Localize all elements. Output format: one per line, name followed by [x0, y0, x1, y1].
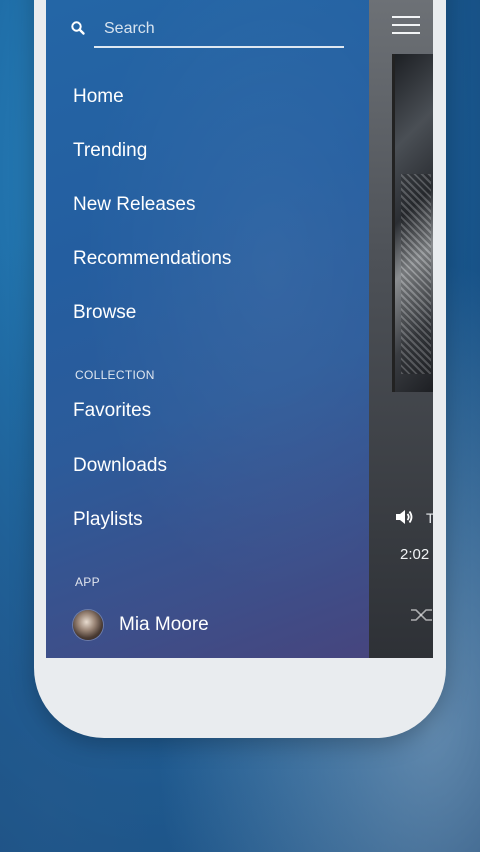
search-icon[interactable]	[70, 20, 86, 36]
nav-item-browse[interactable]: Browse	[73, 302, 136, 324]
nav-item-home[interactable]: Home	[73, 86, 124, 108]
section-label-app: APP	[75, 575, 100, 589]
hamburger-menu-icon[interactable]	[392, 16, 420, 36]
track-title: T	[426, 510, 433, 526]
phone-screen: T 2:02 Home Trending New Releases Recomm…	[46, 0, 433, 658]
navigation-drawer: Home Trending New Releases Recommendatio…	[46, 0, 369, 658]
volume-icon[interactable]	[394, 508, 414, 526]
nav-item-recommendations[interactable]: Recommendations	[73, 248, 231, 270]
playback-time: 2:02	[400, 546, 430, 563]
album-art	[392, 54, 433, 392]
avatar[interactable]	[73, 610, 103, 640]
search-input[interactable]	[94, 12, 344, 48]
nav-item-playlists[interactable]: Playlists	[73, 509, 143, 531]
nav-item-favorites[interactable]: Favorites	[73, 400, 151, 422]
user-name[interactable]: Mia Moore	[119, 614, 209, 636]
section-label-collection: COLLECTION	[75, 368, 155, 382]
nav-item-downloads[interactable]: Downloads	[73, 455, 167, 477]
shuffle-icon[interactable]	[410, 606, 433, 624]
nav-item-new-releases[interactable]: New Releases	[73, 194, 196, 216]
nav-item-trending[interactable]: Trending	[73, 140, 147, 162]
